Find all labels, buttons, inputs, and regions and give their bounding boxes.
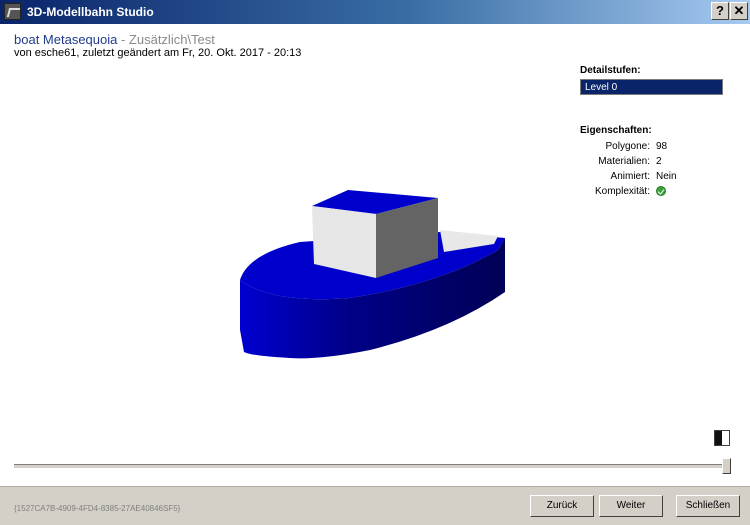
model-3d-viewport[interactable] (200, 170, 530, 370)
boat-model (240, 190, 505, 359)
back-button[interactable]: Zurück (530, 495, 594, 517)
properties-heading: Eigenschaften: (580, 125, 652, 136)
title-bar: 3D-Modellbahn Studio ? ✕ (0, 0, 750, 24)
model-subtitle: von esche61, zuletzt geändert am Fr, 20.… (14, 47, 302, 59)
app-icon (4, 3, 21, 20)
lod-list[interactable]: Level 0 (580, 79, 723, 95)
animated-label: Animiert: (610, 171, 650, 182)
complexity-label: Komplexität: (594, 186, 650, 197)
lod-item-level-0[interactable]: Level 0 (581, 80, 722, 96)
model-name: boat Metasequoia (14, 32, 118, 47)
materials-value: 2 (656, 156, 662, 167)
close-button[interactable]: Schließen (676, 495, 740, 517)
materials-label: Materialien: (598, 156, 650, 167)
check-circle-icon (656, 186, 666, 196)
polygons-label: Polygone: (605, 141, 650, 152)
lod-slider-thumb[interactable] (722, 458, 731, 474)
help-button[interactable]: ? (711, 2, 729, 20)
animated-value: Nein (656, 171, 677, 182)
window-title: 3D-Modellbahn Studio (27, 5, 154, 19)
lod-slider-track[interactable] (14, 464, 730, 469)
split-view-button[interactable] (714, 430, 730, 446)
footer-bar: {1527CA7B-4909-4FD4-8385-27AE40846SF5} Z… (0, 486, 750, 525)
lod-heading: Detailstufen: (580, 65, 641, 76)
model-path: - Zusätzlich\Test (117, 32, 215, 47)
polygons-value: 98 (656, 141, 668, 152)
close-window-button[interactable]: ✕ (730, 2, 748, 20)
next-button[interactable]: Weiter (599, 495, 663, 517)
model-title: boat Metasequoia - Zusätzlich\Test (14, 32, 215, 47)
model-guid: {1527CA7B-4909-4FD4-8385-27AE40846SF5} (14, 504, 181, 513)
